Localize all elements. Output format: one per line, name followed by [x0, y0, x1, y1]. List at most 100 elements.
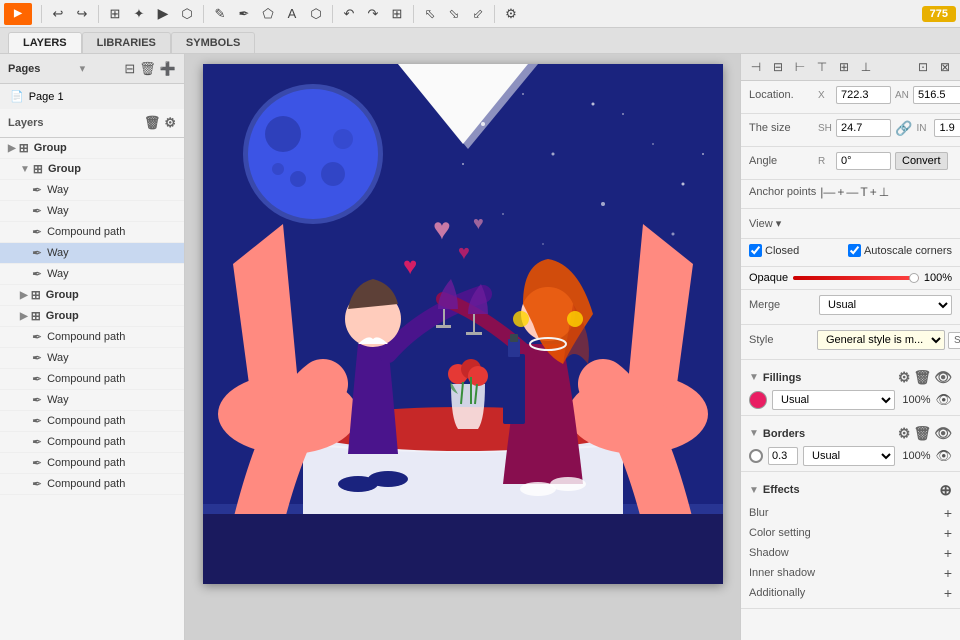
fill-color-preview[interactable]	[749, 391, 767, 409]
import-button[interactable]: ⬂	[443, 3, 465, 25]
layer-compound-7[interactable]: ✒ Compound path	[0, 474, 184, 495]
in-input[interactable]	[934, 119, 960, 137]
fillings-delete-icon[interactable]: 🗑	[913, 369, 931, 386]
pages-grid-icon[interactable]: ⊟	[124, 61, 135, 77]
layer-group-1[interactable]: ▶ ⊞ Group	[0, 138, 184, 159]
export-button[interactable]: ⬁	[419, 3, 441, 25]
x-input[interactable]	[836, 86, 891, 104]
border-eye-icon[interactable]: 👁	[935, 448, 952, 464]
redo2-button[interactable]: ↷	[362, 3, 384, 25]
pencil-tool[interactable]: ✒	[233, 3, 255, 25]
autoscale-checkbox[interactable]	[848, 244, 861, 257]
angle-input[interactable]	[836, 152, 891, 170]
layer-group-4[interactable]: ▶ ⊞ Group	[0, 306, 184, 327]
layer-way-2[interactable]: ✒ Way	[0, 201, 184, 222]
anchor-cross-icon[interactable]: T	[860, 185, 867, 199]
border-type-select[interactable]: Usual	[803, 446, 895, 466]
layer-compound-4[interactable]: ✒ Compound path	[0, 411, 184, 432]
undo2-button[interactable]: ↶	[338, 3, 360, 25]
tab-libraries[interactable]: LIBRARIES	[82, 32, 171, 53]
fillings-eye-icon[interactable]: 👁	[934, 369, 952, 386]
layer-compound-5[interactable]: ✒ Compound path	[0, 432, 184, 453]
additionally-add-icon[interactable]: +	[944, 585, 952, 601]
fillings-settings-icon[interactable]: ⚙	[898, 369, 911, 386]
layer-way-5[interactable]: ✒ Way	[0, 348, 184, 369]
align-center-v-btn[interactable]: ⊟	[768, 57, 788, 77]
distribute-v-btn[interactable]: ⊠	[935, 57, 955, 77]
page-1-item[interactable]: 📄 Page 1	[0, 84, 184, 109]
anchor-plus-icon[interactable]: +	[837, 185, 844, 199]
layer-group-2[interactable]: ▼ ⊞ Group	[0, 159, 184, 180]
anchor-line-icon[interactable]: |—	[820, 185, 835, 199]
effects-section: ▼ Effects ⊕ Blur + Color setting + Shado…	[741, 472, 960, 609]
layer-compound-1[interactable]: ✒ Compound path	[0, 222, 184, 243]
redo-button[interactable]: ↪	[71, 3, 93, 25]
borders-settings-icon[interactable]: ⚙	[898, 425, 911, 442]
layers-delete-icon[interactable]: 🗑	[144, 115, 161, 131]
select-tool[interactable]: ▶	[152, 3, 174, 25]
pen-tool[interactable]: ✎	[209, 3, 231, 25]
layers-options-icon[interactable]: ⚙	[164, 115, 176, 131]
pages-dropdown[interactable]: ▾	[80, 62, 86, 75]
shape-tool[interactable]: ⬠	[257, 3, 279, 25]
layer-way-6[interactable]: ✒ Way	[0, 390, 184, 411]
blur-add-icon[interactable]: +	[944, 505, 952, 521]
text-tool[interactable]: A	[281, 3, 303, 25]
align-right-btn[interactable]: ⊢	[790, 57, 810, 77]
effects-add-icon[interactable]: ⊕	[939, 481, 952, 499]
align-top-btn[interactable]: ⊤	[812, 57, 832, 77]
opaque-thumb[interactable]	[909, 273, 919, 283]
borders-header[interactable]: ▼ Borders ⚙ 🗑 👁	[749, 421, 952, 446]
tab-symbols[interactable]: SYMBOLS	[171, 32, 255, 53]
align-center-h-btn[interactable]: ⊞	[834, 57, 854, 77]
style-select[interactable]: General style is m...	[817, 330, 945, 350]
copy-button[interactable]: ⊞	[386, 3, 408, 25]
snap-button[interactable]: ✦	[128, 3, 150, 25]
borders-eye-icon[interactable]: 👁	[934, 425, 952, 442]
sync-button[interactable]: Synchrono	[948, 332, 960, 349]
effects-header[interactable]: ▼ Effects ⊕	[749, 477, 952, 503]
zoom-button[interactable]: ⬃	[467, 3, 489, 25]
border-width-input[interactable]	[768, 447, 798, 465]
sh-input[interactable]	[836, 119, 891, 137]
shadow-add-icon[interactable]: +	[944, 545, 952, 561]
node-tool[interactable]: ⬡	[176, 3, 198, 25]
distribute-h-btn[interactable]: ⊡	[913, 57, 933, 77]
align-bottom-btn[interactable]: ⊥	[856, 57, 876, 77]
settings-button[interactable]: ⚙	[500, 3, 522, 25]
anchor-dash-icon[interactable]: ⊥	[879, 185, 889, 199]
layer-way-3[interactable]: ✒ Way	[0, 243, 184, 264]
pages-delete-icon[interactable]: 🗑	[139, 61, 156, 77]
fill-eye-icon[interactable]: 👁	[935, 392, 952, 408]
undo-button[interactable]: ↩	[47, 3, 69, 25]
layer-group-3[interactable]: ▶ ⊞ Group	[0, 285, 184, 306]
an-input[interactable]	[913, 86, 960, 104]
view-label[interactable]: View ▾	[749, 217, 781, 230]
anchor-minus-icon[interactable]: —	[846, 185, 858, 199]
layer-compound-3[interactable]: ✒ Compound path	[0, 369, 184, 390]
merge-select[interactable]: Usual	[819, 295, 952, 315]
layer-way-1[interactable]: ✒ Way	[0, 180, 184, 201]
grid-button[interactable]: ⊞	[104, 3, 126, 25]
image-tool[interactable]: ⬡	[305, 3, 327, 25]
align-left-btn[interactable]: ⊣	[746, 57, 766, 77]
color-setting-add-icon[interactable]: +	[944, 525, 952, 541]
fill-type-select[interactable]: Usual	[772, 390, 895, 410]
anchor-plus2-icon[interactable]: +	[870, 185, 877, 199]
fillings-header[interactable]: ▼ Fillings ⚙ 🗑 👁	[749, 365, 952, 390]
pages-add-icon[interactable]: ➕	[160, 61, 176, 77]
closed-checkbox[interactable]	[749, 244, 762, 257]
tab-layers[interactable]: LAYERS	[8, 32, 82, 53]
canvas-area[interactable]: ♥ ♥ ♥ ♥	[185, 54, 740, 640]
layer-compound-2[interactable]: ✒ Compound path	[0, 327, 184, 348]
layer-way-4[interactable]: ✒ Way	[0, 264, 184, 285]
convert-button[interactable]: Convert	[895, 152, 948, 170]
lock-icon[interactable]: 🔗	[895, 120, 912, 137]
canvas[interactable]: ♥ ♥ ♥ ♥	[203, 64, 723, 584]
border-color-preview[interactable]	[749, 449, 763, 463]
layer-compound-6[interactable]: ✒ Compound path	[0, 453, 184, 474]
borders-delete-icon[interactable]: 🗑	[913, 425, 931, 442]
opaque-slider[interactable]	[793, 276, 919, 280]
inner-shadow-add-icon[interactable]: +	[944, 565, 952, 581]
blur-label: Blur	[749, 507, 769, 519]
